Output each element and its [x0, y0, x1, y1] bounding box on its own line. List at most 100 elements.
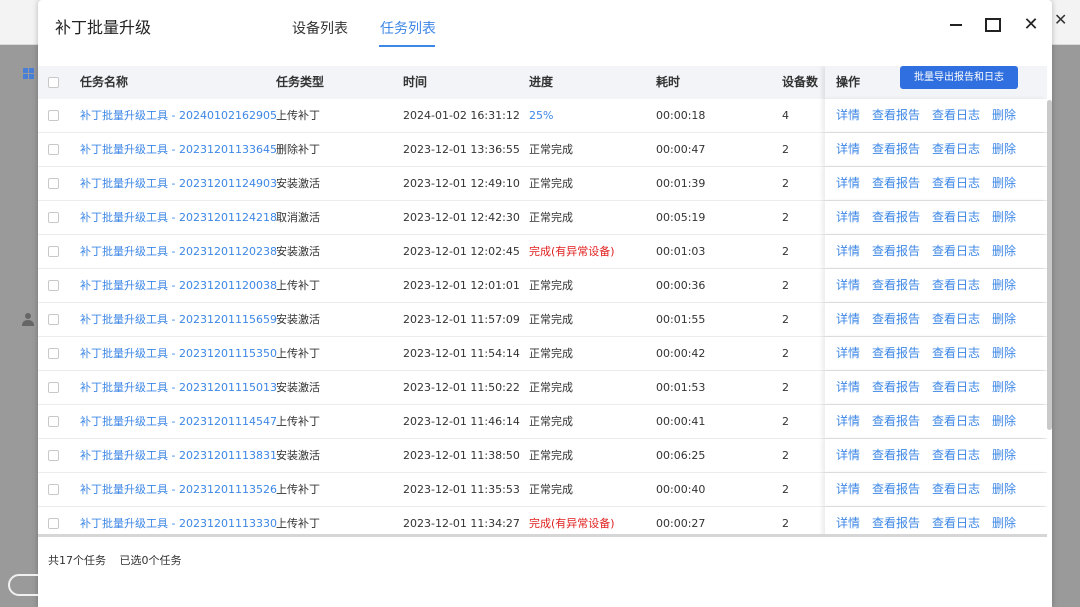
- row-checkbox[interactable]: [48, 246, 59, 257]
- view-log-link[interactable]: 查看日志: [932, 269, 980, 302]
- view-log-link[interactable]: 查看日志: [932, 337, 980, 370]
- delete-link[interactable]: 删除: [992, 303, 1016, 336]
- view-log-link[interactable]: 查看日志: [932, 439, 980, 472]
- row-checkbox[interactable]: [48, 314, 59, 325]
- delete-link[interactable]: 删除: [992, 473, 1016, 506]
- row-checkbox[interactable]: [48, 484, 59, 495]
- delete-link[interactable]: 删除: [992, 133, 1016, 166]
- details-link[interactable]: 详情: [836, 303, 860, 336]
- details-link[interactable]: 详情: [836, 99, 860, 132]
- row-checkbox[interactable]: [48, 178, 59, 189]
- view-log-link[interactable]: 查看日志: [932, 235, 980, 268]
- task-name-link[interactable]: 补丁批量升级工具 - 20231201113330: [80, 507, 277, 536]
- task-name-link[interactable]: 补丁批量升级工具 - 20231201133645: [80, 133, 277, 166]
- details-link[interactable]: 详情: [836, 269, 860, 302]
- task-name-link[interactable]: 补丁批量升级工具 - 20231201120038: [80, 269, 277, 302]
- background-close-icon[interactable]: ✕: [1054, 10, 1067, 29]
- view-log-link[interactable]: 查看日志: [932, 473, 980, 506]
- row-checkbox[interactable]: [48, 348, 59, 359]
- delete-link[interactable]: 删除: [992, 235, 1016, 268]
- task-duration: 00:00:18: [656, 109, 706, 122]
- details-link[interactable]: 详情: [836, 133, 860, 166]
- close-icon[interactable]: ✕: [1020, 14, 1042, 36]
- view-report-link[interactable]: 查看报告: [872, 337, 920, 370]
- view-log-link[interactable]: 查看日志: [932, 133, 980, 166]
- task-device-count: 2: [782, 381, 789, 394]
- row-checkbox[interactable]: [48, 382, 59, 393]
- delete-link[interactable]: 删除: [992, 201, 1016, 234]
- view-log-link[interactable]: 查看日志: [932, 167, 980, 200]
- task-name-link[interactable]: 补丁批量升级工具 - 20231201114547: [80, 405, 277, 438]
- table-row: 补丁批量升级工具 - 20231201124218 取消激活 2023-12-01 …: [38, 201, 1047, 235]
- view-log-link[interactable]: 查看日志: [932, 99, 980, 132]
- details-link[interactable]: 详情: [836, 235, 860, 268]
- view-report-link[interactable]: 查看报告: [872, 405, 920, 438]
- row-checkbox[interactable]: [48, 518, 59, 529]
- row-actions: 详情 查看报告 查看日志 删除: [825, 371, 1047, 404]
- view-report-link[interactable]: 查看报告: [872, 201, 920, 234]
- details-link[interactable]: 详情: [836, 439, 860, 472]
- batch-export-button[interactable]: 批量导出报告和日志: [900, 66, 1018, 89]
- task-name-link[interactable]: 补丁批量升级工具 - 20231201113526: [80, 473, 277, 506]
- row-checkbox[interactable]: [48, 450, 59, 461]
- task-name-link[interactable]: 补丁批量升级工具 - 20231201115350: [80, 337, 277, 370]
- delete-link[interactable]: 删除: [992, 167, 1016, 200]
- view-report-link[interactable]: 查看报告: [872, 371, 920, 404]
- row-checkbox[interactable]: [48, 110, 59, 121]
- delete-link[interactable]: 删除: [992, 269, 1016, 302]
- table-row: 补丁批量升级工具 - 20231201113831 安装激活 2023-12-01 …: [38, 439, 1047, 473]
- minimize-icon[interactable]: [945, 14, 967, 36]
- details-link[interactable]: 详情: [836, 473, 860, 506]
- details-link[interactable]: 详情: [836, 337, 860, 370]
- delete-link[interactable]: 删除: [992, 371, 1016, 404]
- view-report-link[interactable]: 查看报告: [872, 99, 920, 132]
- delete-link[interactable]: 删除: [992, 337, 1016, 370]
- task-time: 2023-12-01 11:57:09: [403, 313, 520, 326]
- tab-device-list[interactable]: 设备列表: [292, 18, 348, 38]
- task-name-link[interactable]: 补丁批量升级工具 - 20231201115659: [80, 303, 277, 336]
- task-name-link[interactable]: 补丁批量升级工具 - 20231201124218: [80, 201, 277, 234]
- row-actions: 详情 查看报告 查看日志 删除: [825, 201, 1047, 234]
- view-log-link[interactable]: 查看日志: [932, 405, 980, 438]
- background-app-sidebar: [0, 45, 38, 607]
- task-name-link[interactable]: 补丁批量升级工具 - 20231201124903: [80, 167, 277, 200]
- view-log-link[interactable]: 查看日志: [932, 507, 980, 536]
- task-name-link[interactable]: 补丁批量升级工具 - 20231201115013: [80, 371, 277, 404]
- view-log-link[interactable]: 查看日志: [932, 303, 980, 336]
- tab-task-list[interactable]: 任务列表: [380, 18, 436, 38]
- delete-link[interactable]: 删除: [992, 439, 1016, 472]
- watermark-text: 大数跨境: [56, 574, 140, 598]
- delete-link[interactable]: 删除: [992, 405, 1016, 438]
- details-link[interactable]: 详情: [836, 201, 860, 234]
- view-report-link[interactable]: 查看报告: [872, 473, 920, 506]
- select-all-checkbox[interactable]: [48, 77, 59, 88]
- details-link[interactable]: 详情: [836, 371, 860, 404]
- task-name-link[interactable]: 补丁批量升级工具 - 20231201120238: [80, 235, 277, 268]
- view-report-link[interactable]: 查看报告: [872, 167, 920, 200]
- view-log-link[interactable]: 查看日志: [932, 201, 980, 234]
- row-checkbox[interactable]: [48, 144, 59, 155]
- delete-link[interactable]: 删除: [992, 99, 1016, 132]
- view-report-link[interactable]: 查看报告: [872, 269, 920, 302]
- row-checkbox[interactable]: [48, 280, 59, 291]
- details-link[interactable]: 详情: [836, 405, 860, 438]
- view-report-link[interactable]: 查看报告: [872, 235, 920, 268]
- view-log-link[interactable]: 查看日志: [932, 371, 980, 404]
- table-header: 任务名称 任务类型 时间 进度 耗时 设备数 操作: [38, 66, 1047, 99]
- maximize-icon[interactable]: [982, 14, 1004, 36]
- details-link[interactable]: 详情: [836, 507, 860, 536]
- row-checkbox[interactable]: [48, 212, 59, 223]
- task-name-link[interactable]: 补丁批量升级工具 - 20231201113831: [80, 439, 277, 472]
- task-time: 2023-12-01 12:49:10: [403, 177, 520, 190]
- delete-link[interactable]: 删除: [992, 507, 1016, 536]
- view-report-link[interactable]: 查看报告: [872, 507, 920, 536]
- view-report-link[interactable]: 查看报告: [872, 439, 920, 472]
- task-name-link[interactable]: 补丁批量升级工具 - 20240102162905: [80, 99, 277, 132]
- row-checkbox[interactable]: [48, 416, 59, 427]
- details-link[interactable]: 详情: [836, 167, 860, 200]
- vertical-scrollbar[interactable]: [1047, 100, 1052, 430]
- horizontal-scrollbar[interactable]: [38, 534, 1047, 537]
- row-actions: 详情 查看报告 查看日志 删除: [825, 133, 1047, 166]
- view-report-link[interactable]: 查看报告: [872, 303, 920, 336]
- view-report-link[interactable]: 查看报告: [872, 133, 920, 166]
